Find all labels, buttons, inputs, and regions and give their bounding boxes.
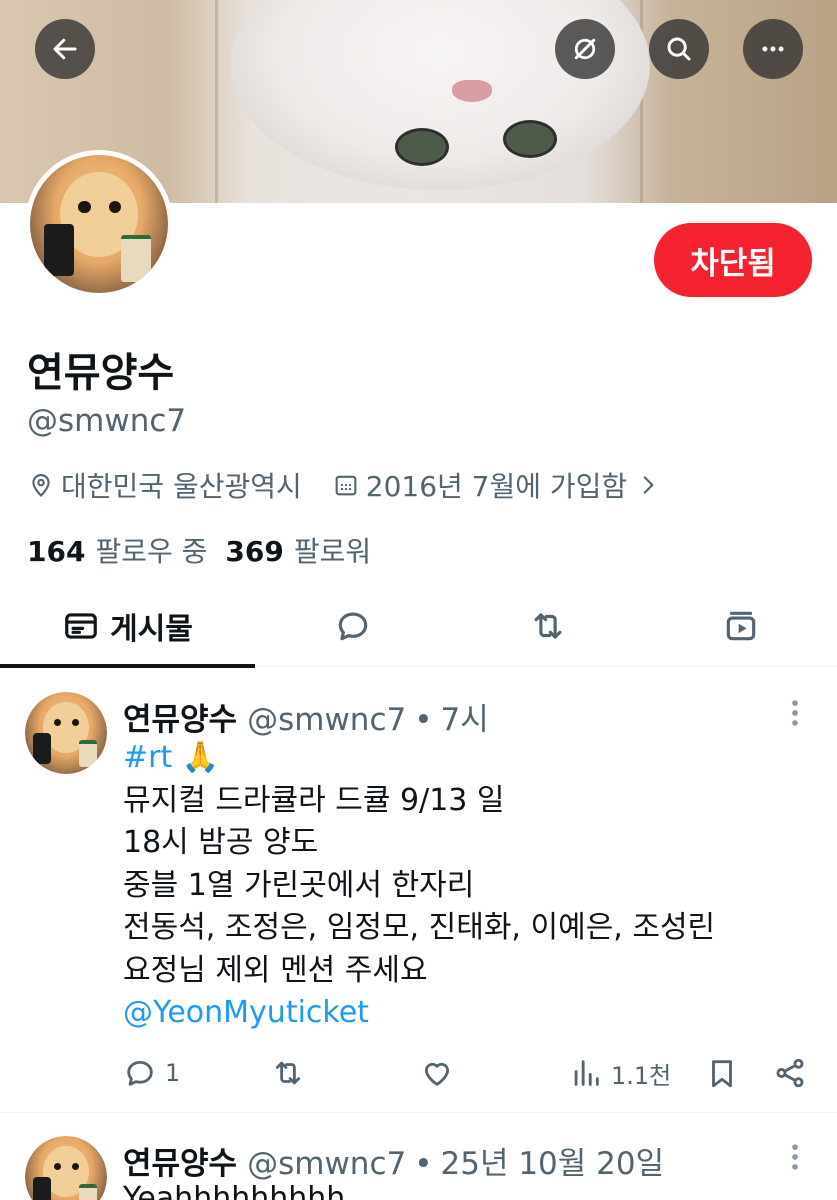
tweet-time[interactable]: 25년 10월 20일 (441, 1138, 665, 1183)
tweet-body: Yeahhhhhhhhh (123, 1178, 345, 1200)
tweet-author-name[interactable]: 연뮤양수 (123, 1138, 237, 1183)
separator-dot: • (414, 1146, 433, 1182)
tweet[interactable]: 연뮤양수 @smwnc7 • 25년 10월 20일 Yeahhhhhhhhh (0, 0, 837, 1200)
tweet-avatar[interactable] (25, 1136, 107, 1200)
hamster-avatar-image (25, 1136, 107, 1200)
tweet-header: 연뮤양수 @smwnc7 • 25년 10월 20일 (123, 1138, 664, 1183)
tweet-author-handle[interactable]: @smwnc7 (247, 1146, 406, 1182)
tweet-more-icon[interactable] (782, 1140, 808, 1174)
tweet-text-line: Yeahhhhhhhhh (123, 1181, 346, 1200)
